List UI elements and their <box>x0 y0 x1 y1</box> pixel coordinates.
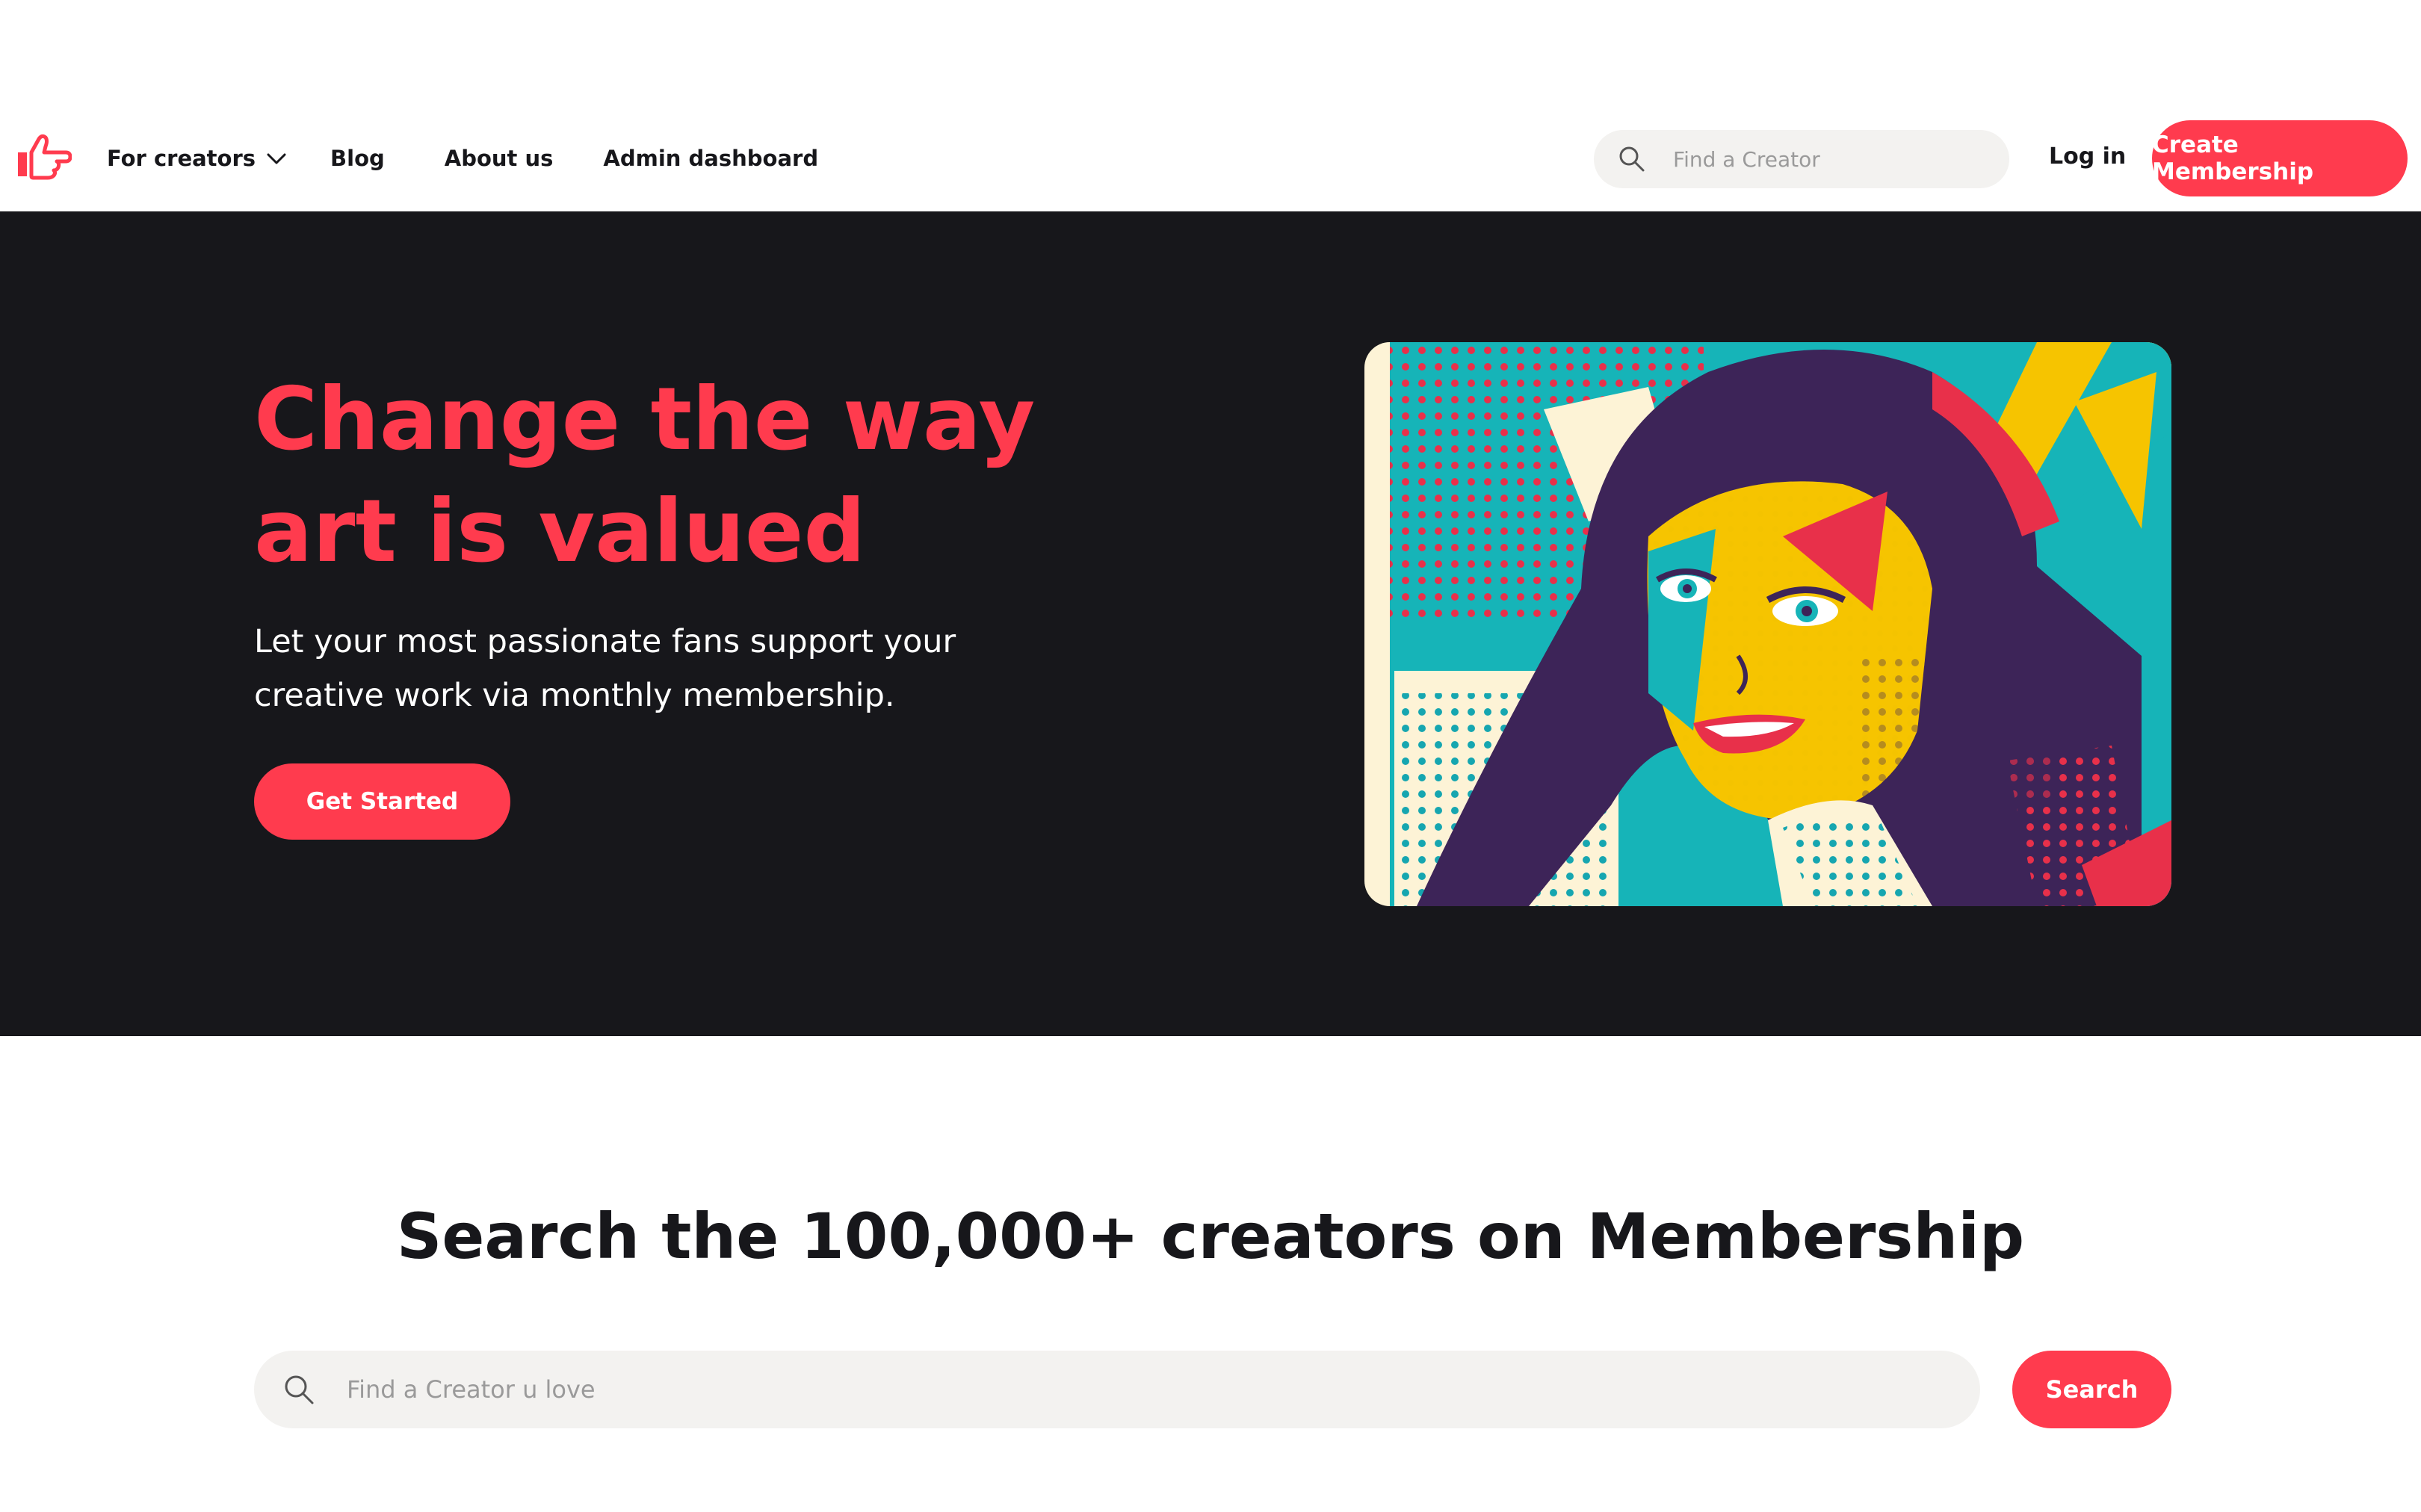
creator-search-box[interactable] <box>254 1351 1980 1428</box>
hero-subtitle-line-1: Let your most passionate fans support yo… <box>254 623 956 660</box>
hero-title: Change the way art is valued <box>254 364 1151 588</box>
search-icon <box>285 1375 314 1404</box>
hero-subtitle: Let your most passionate fans support yo… <box>254 615 1001 722</box>
login-link[interactable]: Log in <box>2049 143 2126 170</box>
get-started-button[interactable]: Get Started <box>254 763 510 840</box>
nav-blog[interactable]: Blog <box>330 146 385 171</box>
hero-section: Change the way art is valued Let your mo… <box>0 211 2421 1036</box>
hero-subtitle-line-2: creative work via monthly membership. <box>254 677 895 714</box>
hero-title-line-1: Change the way <box>254 369 1036 470</box>
hero-title-line-2: art is valued <box>254 481 866 582</box>
chevron-down-icon <box>267 153 286 164</box>
header-search-input[interactable] <box>1673 146 1987 172</box>
page: For creators Blog About us Admin dashboa… <box>0 0 2421 1512</box>
creator-search-input[interactable] <box>347 1375 1916 1404</box>
main-nav: For creators Blog About us Admin dashboa… <box>107 140 818 176</box>
top-header: For creators Blog About us Admin dashboa… <box>0 0 2421 211</box>
nav-admin-dashboard[interactable]: Admin dashboard <box>603 146 818 171</box>
pop-art-portrait-image <box>1364 342 2171 906</box>
nav-for-creators-label: For creators <box>107 146 256 171</box>
create-membership-button[interactable]: Create Membership <box>2152 120 2408 196</box>
search-button[interactable]: Search <box>2012 1351 2171 1428</box>
search-icon <box>1619 146 1645 172</box>
nav-for-creators[interactable]: For creators <box>107 146 287 171</box>
search-section-title: Search the 100,000+ creators on Membersh… <box>396 1200 2025 1273</box>
nav-about-us[interactable]: About us <box>445 146 554 171</box>
header-search-box[interactable] <box>1594 130 2009 188</box>
pointing-hand-icon[interactable] <box>13 133 72 181</box>
